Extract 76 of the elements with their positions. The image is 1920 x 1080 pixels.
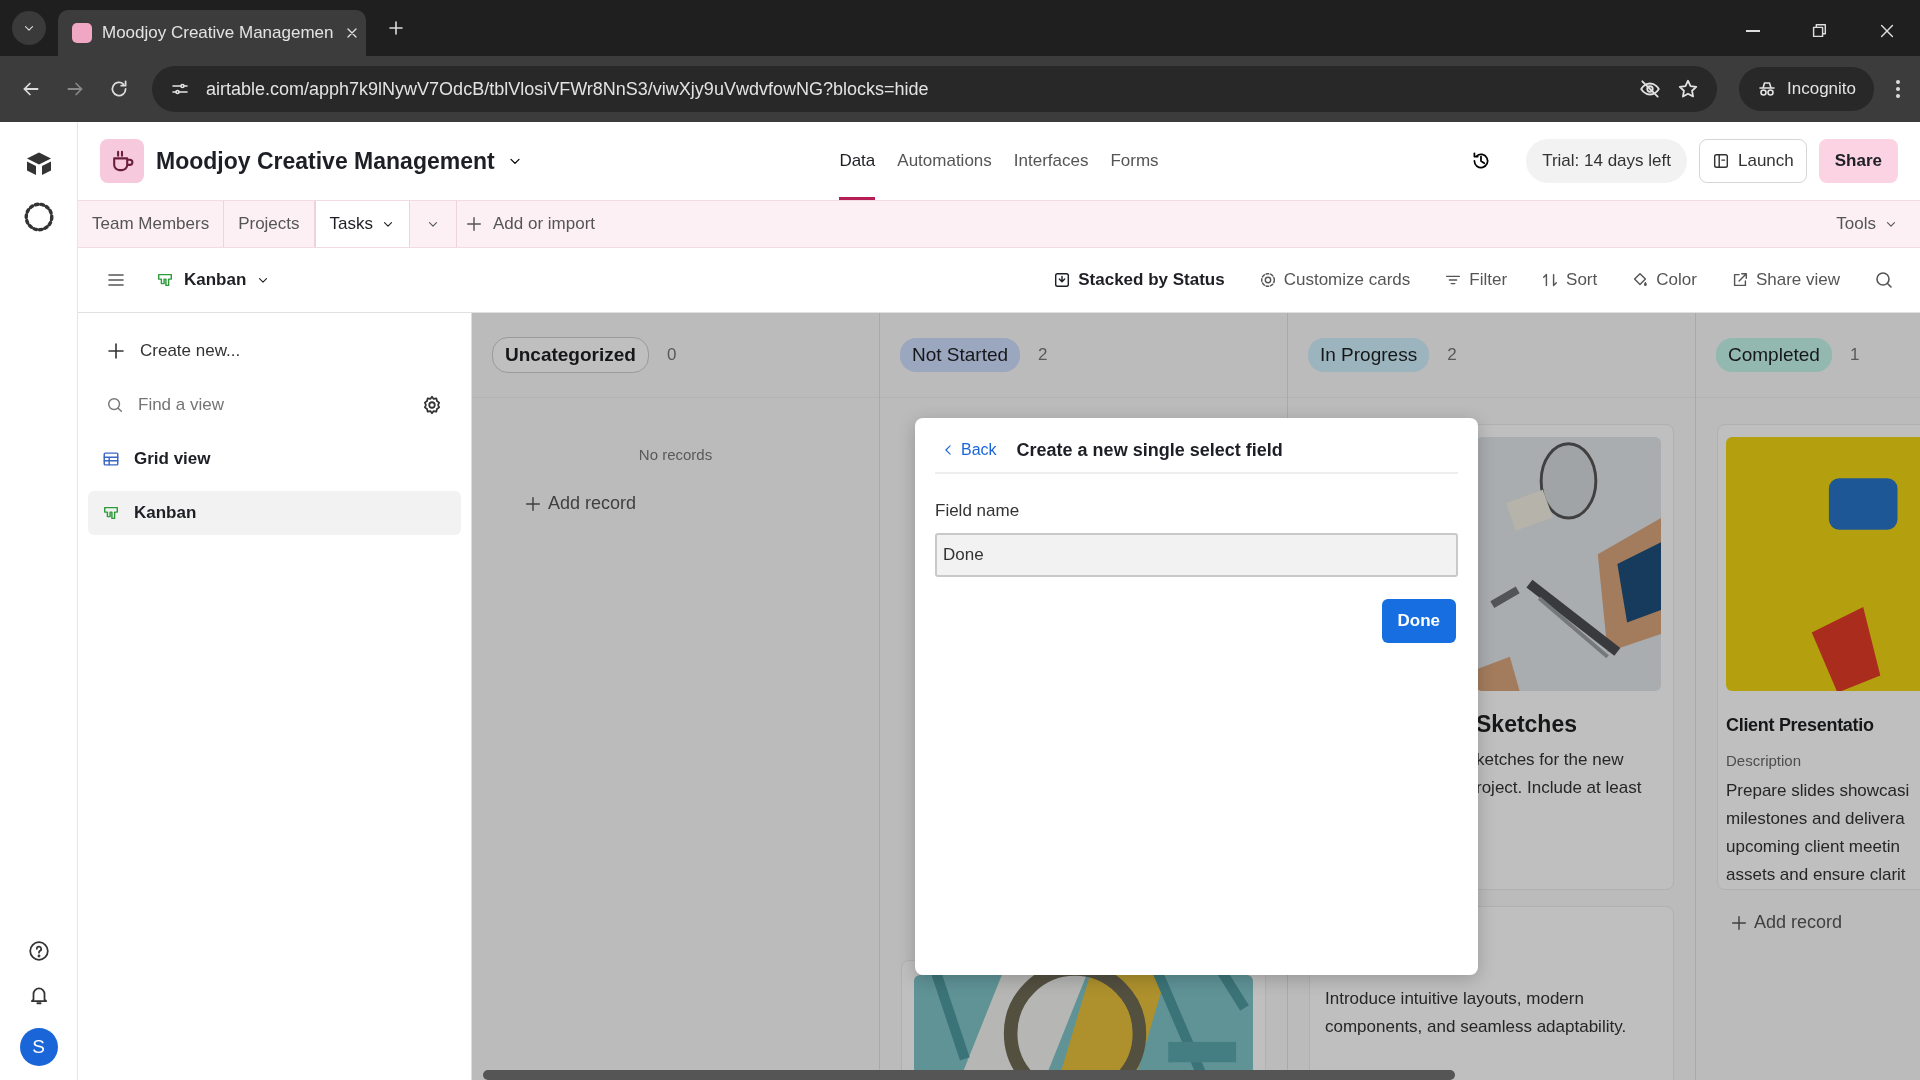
field-label: Field name — [935, 501, 1021, 521]
incognito-badge[interactable]: Incognito — [1739, 67, 1874, 111]
add-record-button[interactable]: Add record — [1730, 912, 1920, 933]
empty-message: No records — [638, 446, 713, 463]
record-count: 2 — [1038, 345, 1048, 365]
plus-icon — [1730, 913, 1748, 932]
view-item[interactable]: Grid view — [88, 437, 461, 481]
tools-menu[interactable]: Tools — [1814, 201, 1920, 247]
sort-icon — [1541, 271, 1560, 289]
field-name-input[interactable]: Done — [935, 533, 1458, 577]
toolbar-button[interactable]: Stacked by Status — [1053, 270, 1225, 290]
settings-icon — [421, 394, 443, 416]
browser-tab[interactable]: Moodjoy Creative Managemen — [58, 10, 366, 56]
star-icon — [1677, 78, 1699, 100]
plus-icon — [465, 215, 484, 233]
add-record-button[interactable]: Add record — [524, 493, 879, 514]
restore-icon — [1810, 22, 1828, 40]
launch-button[interactable]: Launch — [1698, 139, 1807, 183]
launch-icon — [1711, 152, 1730, 170]
grid-icon — [102, 450, 120, 468]
view-item[interactable]: Kanban — [88, 491, 461, 535]
status-chip: Not Started — [900, 338, 1021, 372]
incognito-icon — [1757, 79, 1777, 99]
gear-icon — [1258, 271, 1277, 289]
search-icon — [106, 396, 124, 414]
toolbar-button[interactable]: Color — [1631, 270, 1697, 290]
minimize-icon — [1746, 30, 1760, 32]
toolbar-button[interactable]: Sort — [1541, 270, 1598, 290]
kanban-icon — [156, 271, 174, 289]
more-icon[interactable] — [1896, 80, 1900, 98]
card-description: Prepare slides showcasi milestones and delivera upcoming client meetin assets and ensure clarit — [1726, 780, 1911, 886]
trial-badge[interactable]: Trial: 14 days left — [1526, 139, 1687, 183]
nav-tab[interactable]: Automations — [897, 122, 992, 200]
nav-tab[interactable]: Interfaces — [1013, 122, 1089, 200]
status-chip: Uncategorized — [492, 337, 649, 373]
eye-off-icon — [1639, 78, 1661, 100]
user-avatar[interactable]: S — [19, 1028, 58, 1066]
record-card[interactable]: Client Presentatio Description Prepare slides showcasi milestones and delivera upcoming client meetin assets and ensure clarit — [1717, 424, 1920, 890]
record-count: 0 — [666, 345, 677, 365]
address-bar[interactable]: airtable.com/apph7k9lNywV7OdcB/tblVlosiVFWr8NnS3/viwXjy9uVwdvfowNG?blocks=hide — [152, 66, 1717, 112]
plus-icon — [524, 494, 542, 513]
nav-tab[interactable]: Forms — [1110, 122, 1159, 200]
add-or-import-button[interactable]: Add or import — [456, 201, 604, 247]
search-icon — [1874, 270, 1894, 290]
stack-icon — [1053, 271, 1072, 289]
paint-bucket-icon — [1631, 271, 1650, 289]
table-tab[interactable]: Team Members — [78, 201, 225, 247]
close-icon — [1878, 22, 1896, 40]
toolbar-button[interactable]: Share view — [1730, 270, 1840, 290]
done-button[interactable]: Done — [1381, 599, 1456, 643]
plus-icon — [386, 18, 406, 38]
tab-search-button[interactable] — [12, 11, 46, 45]
back-link[interactable]: Back — [935, 441, 997, 459]
dialog-title: Create a new single select field — [1016, 439, 1283, 461]
scrollbar[interactable] — [483, 1070, 1455, 1080]
toolbar-button[interactable]: Filter — [1444, 270, 1508, 290]
card-description: Introduce intuitive layouts, modern components, and seamless adaptability. — [1325, 988, 1628, 1038]
table-tab[interactable]: Tasks — [314, 201, 411, 247]
field-label: Description — [1726, 752, 1803, 769]
create-new-button[interactable]: Create new... — [88, 329, 461, 373]
help-icon — [27, 940, 50, 962]
record-count: 1 — [1849, 345, 1860, 365]
plus-icon — [106, 341, 126, 361]
share-button[interactable]: Share — [1818, 139, 1898, 183]
status-chip: Completed — [1716, 338, 1832, 372]
card-title: Sketches — [1476, 711, 1578, 738]
table-tab[interactable]: Projects — [224, 201, 315, 247]
card-title: Client Presentatio — [1726, 715, 1875, 736]
view-switcher[interactable]: Kanban — [156, 270, 271, 290]
status-chip: In Progress — [1308, 338, 1430, 372]
kanban-icon — [102, 504, 120, 522]
toolbar-button[interactable]: Customize cards — [1258, 270, 1411, 290]
base-name[interactable]: Moodjoy Creative Management — [156, 147, 495, 175]
find-view-field[interactable]: Find a view — [138, 395, 407, 415]
favicon-icon — [72, 23, 92, 43]
record-count: 2 — [1447, 345, 1457, 365]
